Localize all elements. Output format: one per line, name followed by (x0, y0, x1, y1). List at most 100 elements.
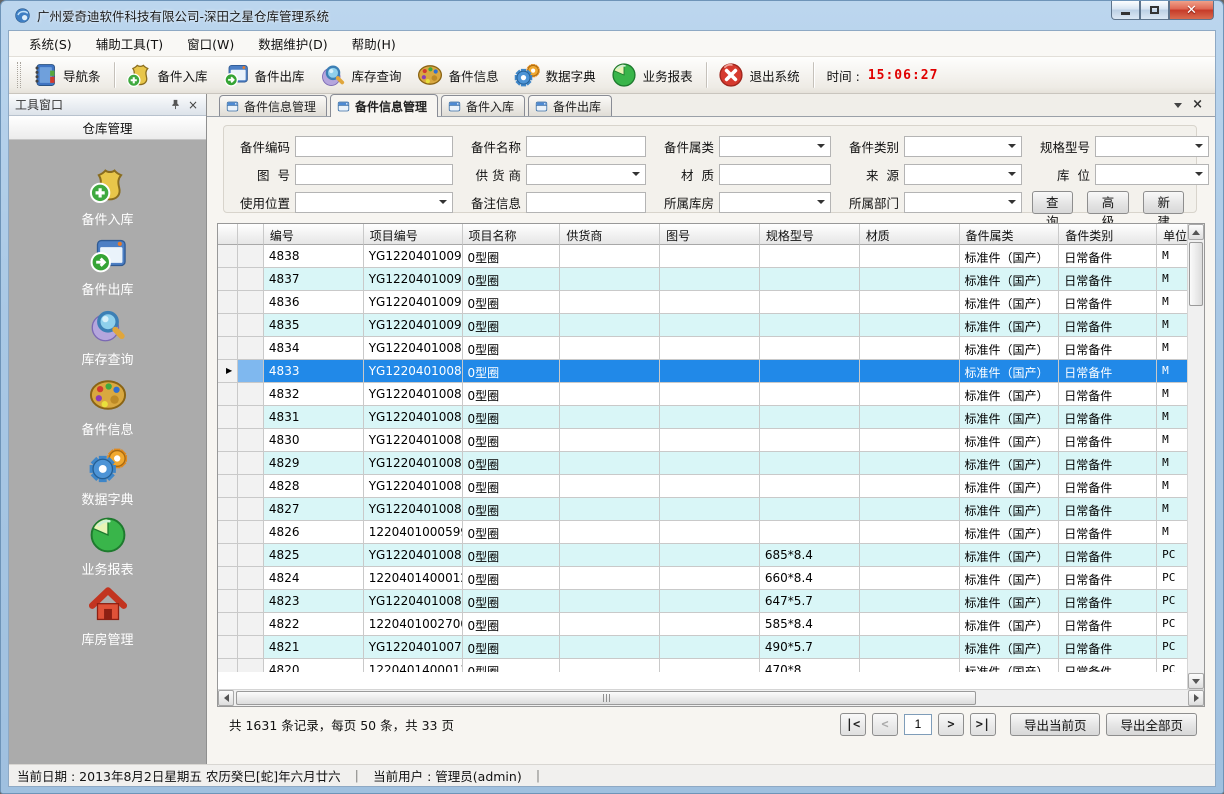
combo-arrow-icon[interactable] (1195, 172, 1203, 176)
horizontal-scrollbar[interactable] (218, 689, 1204, 706)
column-header-unit[interactable]: 单位 (1157, 224, 1187, 245)
form-button[interactable]: 新建 (1143, 191, 1184, 214)
table-row[interactable]: ▶ 4832 YG12204010087 0型圈 标准件（国产） 日常 (218, 383, 1187, 406)
form-field-input[interactable] (904, 136, 1022, 157)
sidebar-close-icon[interactable]: × (186, 98, 200, 112)
form-field-input[interactable] (1095, 164, 1209, 185)
column-header-blank[interactable] (238, 224, 264, 245)
tab[interactable]: 备件信息管理 (219, 95, 327, 116)
form-field-input[interactable] (904, 164, 1022, 185)
menu-item[interactable]: 辅助工具(T) (84, 30, 175, 57)
table-row[interactable]: ▶ 4828 YG12204010083 0型圈 标准件（国产） 日常 (218, 475, 1187, 498)
form-field-input[interactable] (904, 192, 1022, 213)
toolbar-button[interactable] (114, 62, 116, 88)
last-page-button[interactable]: >| (970, 713, 996, 736)
column-header-spec[interactable]: 规格型号 (760, 224, 860, 245)
tab-list-dropdown-icon[interactable] (1174, 103, 1182, 108)
toolbar-button[interactable]: 备件入库 (120, 59, 217, 91)
export-all-pages-button[interactable]: 导出全部页 (1106, 713, 1197, 736)
column-header-indicator[interactable] (218, 224, 238, 245)
table-row[interactable]: ▶ 4824 1220401400012 0型圈 660*8.4 标准件（国产） (218, 567, 1187, 590)
first-page-button[interactable]: |< (840, 713, 866, 736)
prev-page-button[interactable]: < (872, 713, 898, 736)
vertical-scrollbar-thumb[interactable] (1189, 242, 1203, 306)
toolbar-button[interactable]: 备件信息 (411, 59, 508, 91)
form-field-input[interactable] (719, 192, 831, 213)
toolbar-button[interactable]: 备件出库 (217, 59, 314, 91)
combo-arrow-icon[interactable] (632, 172, 640, 176)
table-row[interactable]: ▶ 4826 1220401000599 0型圈 标准件（国产） 日常 (218, 521, 1187, 544)
combo-arrow-icon[interactable] (817, 200, 825, 204)
vertical-scrollbar[interactable] (1187, 224, 1204, 689)
sidebar-item[interactable]: 业务报表 (53, 514, 163, 584)
form-field-input[interactable] (295, 136, 453, 157)
menu-item[interactable]: 窗口(W) (175, 30, 246, 57)
toolbar-button[interactable]: 导航条 (25, 59, 110, 91)
form-field-input[interactable] (295, 192, 453, 213)
scroll-left-button[interactable] (218, 690, 234, 706)
form-field-input[interactable] (719, 164, 831, 185)
combo-arrow-icon[interactable] (439, 200, 447, 204)
table-row[interactable]: ▶ 4835 YG12204010090 0型圈 标准件（国产） 日常 (218, 314, 1187, 337)
maximize-button[interactable] (1140, 1, 1169, 20)
table-row[interactable]: ▶ 4831 YG12204010086 0型圈 标准件（国产） 日常 (218, 406, 1187, 429)
tab[interactable]: 备件出库 (528, 95, 612, 116)
form-field-input[interactable] (526, 192, 646, 213)
column-header-type[interactable]: 备件类别 (1059, 224, 1157, 245)
toolbar-button[interactable] (813, 62, 815, 88)
toolbar-button[interactable] (706, 62, 708, 88)
scroll-right-button[interactable] (1188, 690, 1204, 706)
combo-arrow-icon[interactable] (1008, 200, 1016, 204)
table-row[interactable]: ▶ 4830 YG12204010085 0型圈 标准件（国产） 日常 (218, 429, 1187, 452)
table-row[interactable]: ▶ 4838 YG12204010093 0型圈 标准件（国产） 日常 (218, 245, 1187, 268)
page-number-input[interactable] (904, 714, 932, 735)
table-row[interactable]: ▶ 4834 YG12204010089 0型圈 标准件（国产） 日常 (218, 337, 1187, 360)
close-button[interactable]: ✕ (1169, 1, 1214, 20)
table-row[interactable]: ▶ 4836 YG12204010091 0型圈 标准件（国产） 日常 (218, 291, 1187, 314)
table-row[interactable]: ▶ 4833 YG12204010088 0型圈 标准件（国产） 日常 (218, 360, 1187, 383)
column-header-material[interactable]: 材质 (860, 224, 960, 245)
toolbar-button[interactable]: 退出系统 (712, 59, 809, 91)
sidebar-item[interactable]: 备件出库 (53, 234, 163, 304)
tab-close-icon[interactable]: × (1192, 100, 1203, 110)
sidebar-group-header[interactable]: 仓库管理 (9, 116, 206, 140)
next-page-button[interactable]: > (938, 713, 964, 736)
sidebar-item[interactable]: 库房管理 (53, 584, 163, 654)
menu-item[interactable]: 帮助(H) (340, 30, 408, 57)
scroll-up-button[interactable] (1188, 224, 1204, 240)
form-field-input[interactable] (1095, 136, 1209, 157)
tab[interactable]: 备件信息管理 (330, 94, 438, 117)
table-row[interactable]: ▶ 4827 YG12204010082 0型圈 标准件（国产） 日常 (218, 498, 1187, 521)
toolbar-button[interactable]: 数据字典 (508, 59, 605, 91)
menu-item[interactable]: 系统(S) (17, 30, 84, 57)
column-header-project-no[interactable]: 项目编号 (364, 224, 463, 245)
minimize-button[interactable] (1111, 1, 1140, 20)
sidebar-item[interactable]: 备件信息 (53, 374, 163, 444)
table-row[interactable]: ▶ 4829 YG12204010084 0型圈 标准件（国产） 日常 (218, 452, 1187, 475)
combo-arrow-icon[interactable] (1195, 144, 1203, 148)
table-row[interactable]: ▶ 4825 YG12204010081 0型圈 685*8.4 标准件（国产） (218, 544, 1187, 567)
table-row[interactable]: ▶ 4820 1220401400013 0型圈 470*8 标准件（国产） (218, 659, 1187, 672)
combo-arrow-icon[interactable] (817, 144, 825, 148)
toolbar-button[interactable]: 库存查询 (314, 59, 411, 91)
toolbar-button[interactable]: 业务报表 (605, 59, 702, 91)
pin-icon[interactable] (168, 98, 182, 112)
form-field-input[interactable] (719, 136, 831, 157)
sidebar-item[interactable]: 数据字典 (53, 444, 163, 514)
scroll-down-button[interactable] (1188, 673, 1204, 689)
menu-item[interactable]: 数据维护(D) (246, 30, 339, 57)
form-button[interactable]: 查询 (1032, 191, 1073, 214)
form-button[interactable]: 高级查询 (1087, 191, 1130, 214)
table-row[interactable]: ▶ 4821 YG12204010079 0型圈 490*5.7 标准件（国产） (218, 636, 1187, 659)
tab[interactable]: 备件入库 (441, 95, 525, 116)
sidebar-item[interactable]: 备件入库 (53, 164, 163, 234)
column-header-category[interactable]: 备件属类 (960, 224, 1060, 245)
form-field-input[interactable] (526, 136, 646, 157)
table-row[interactable]: ▶ 4837 YG12204010092 0型圈 标准件（国产） 日常 (218, 268, 1187, 291)
column-header-supplier[interactable]: 供货商 (560, 224, 660, 245)
combo-arrow-icon[interactable] (1008, 172, 1016, 176)
column-header-drawing[interactable]: 图号 (660, 224, 760, 245)
sidebar-item[interactable]: 库存查询 (53, 304, 163, 374)
form-field-input[interactable] (295, 164, 453, 185)
horizontal-scrollbar-thumb[interactable] (236, 691, 976, 705)
